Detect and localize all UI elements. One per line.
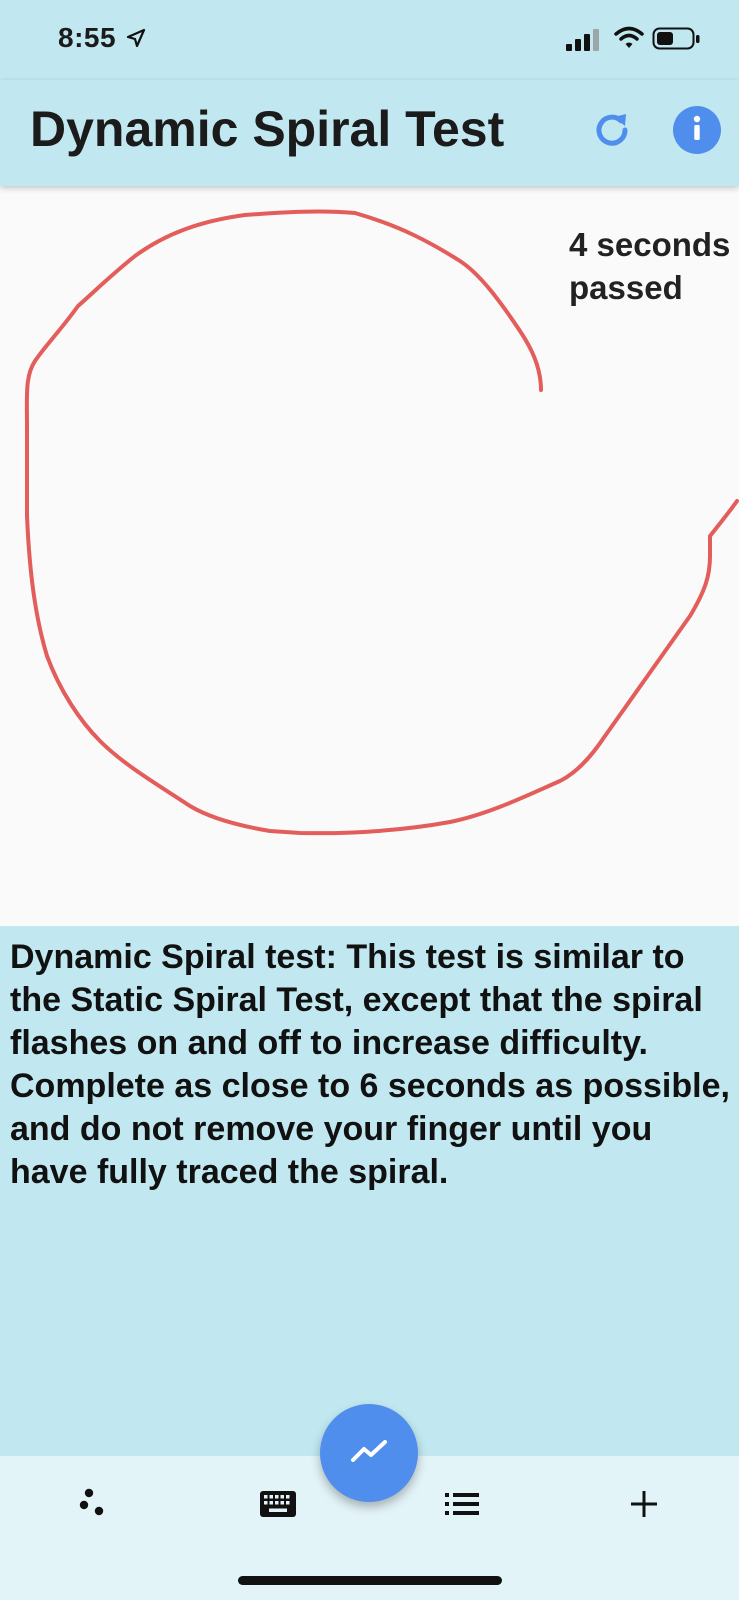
battery-icon: [652, 26, 702, 57]
spiral-test-fab-button[interactable]: [320, 1404, 418, 1502]
page-title: Dynamic Spiral Test: [30, 101, 505, 157]
nav-item-list[interactable]: [432, 1484, 492, 1528]
instructions-text: Dynamic Spiral test: This test is simila…: [10, 938, 730, 1191]
info-icon: [685, 113, 709, 148]
plus-icon: [629, 1489, 659, 1524]
status-time: 8:55: [58, 22, 117, 53]
keyboard-icon: [259, 1490, 297, 1523]
cellular-signal-icon: [566, 29, 600, 56]
location-arrow-icon: [126, 28, 146, 53]
wifi-icon: [614, 26, 644, 55]
nav-item-keyboard[interactable]: [248, 1484, 308, 1528]
list-icon: [444, 1490, 480, 1523]
refresh-button[interactable]: [586, 106, 638, 158]
app-bar: Dynamic Spiral Test: [0, 80, 739, 186]
drawing-canvas[interactable]: 4 seconds passed: [0, 186, 739, 926]
refresh-icon: [590, 108, 634, 157]
status-bar: 8:55: [0, 0, 739, 80]
instructions-panel: Dynamic Spiral test: This test is simila…: [0, 926, 739, 1456]
info-button[interactable]: [673, 106, 721, 154]
elapsed-time-text: 4 seconds passed: [569, 226, 731, 306]
scatter-dots-icon: [77, 1487, 111, 1526]
trending-line-icon: [349, 1436, 389, 1471]
home-indicator[interactable]: [238, 1576, 502, 1585]
nav-item-add[interactable]: [614, 1484, 674, 1528]
nav-item-scatter[interactable]: [64, 1484, 124, 1528]
